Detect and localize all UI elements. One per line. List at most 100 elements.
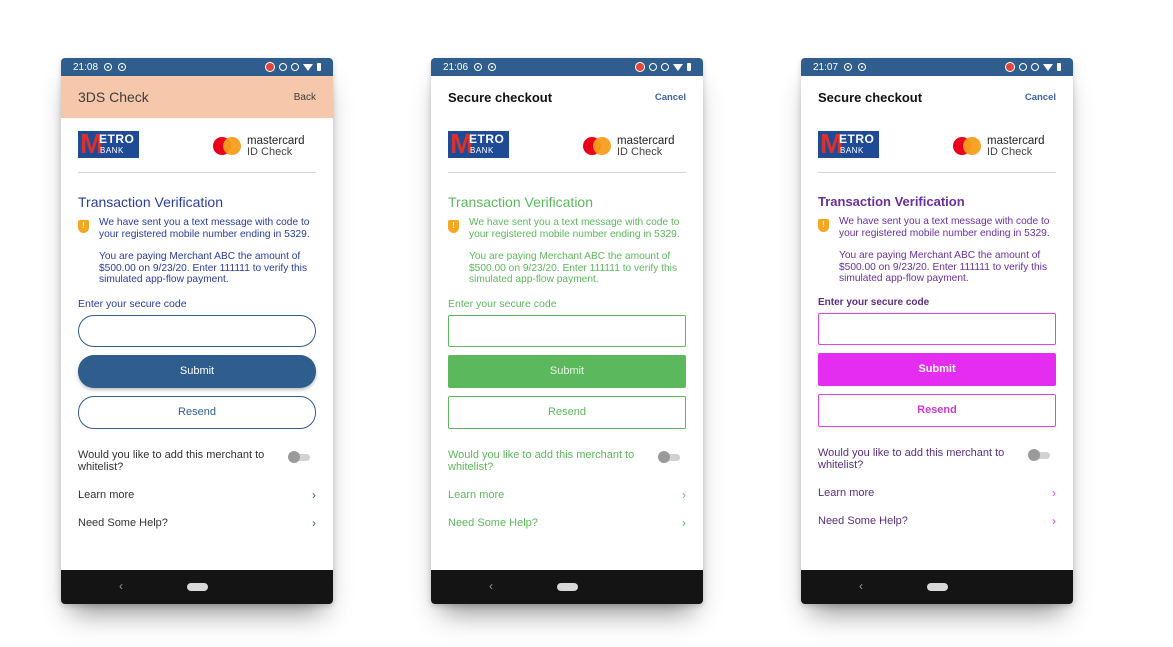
- sync-icon: [649, 63, 657, 71]
- submit-button[interactable]: Submit: [448, 354, 686, 388]
- bank-logo: M ETRO BANK: [818, 131, 879, 158]
- secure-code-label: Enter your secure code: [78, 297, 187, 310]
- help-label: Need Some Help?: [78, 516, 168, 529]
- whitelist-label: Would you like to add this merchant to w…: [448, 448, 635, 474]
- toggle-knob: [658, 450, 670, 463]
- status-bar: 21:08: [61, 58, 333, 76]
- secure-code-input[interactable]: [818, 312, 1056, 345]
- learn-more-link[interactable]: Learn more ›: [78, 488, 316, 502]
- secure-code-input[interactable]: [448, 314, 686, 347]
- chevron-right-icon: ›: [312, 515, 316, 530]
- logo-bar: M ETRO BANK mastercard ID Check: [448, 130, 686, 173]
- battery-icon: [687, 63, 691, 71]
- id-check-wordmark: ID Check: [247, 146, 293, 158]
- phone-3ds-check: 21:08 3DS Check Back M ETRO BANK masterc…: [61, 58, 333, 604]
- header-action-button[interactable]: Back: [294, 92, 316, 103]
- sms-sent-text: We have sent you a text message with cod…: [99, 217, 310, 240]
- shield-alert-icon: !: [78, 220, 89, 233]
- verification-message: ! We have sent you a text message with c…: [818, 216, 1056, 285]
- app-header: 3DS Check Back: [61, 76, 333, 118]
- notification-icon: [844, 63, 853, 71]
- chevron-right-icon: ›: [1052, 485, 1056, 500]
- secure-code-label: Enter your secure code: [818, 296, 930, 308]
- help-link[interactable]: Need Some Help? ›: [448, 516, 686, 530]
- android-nav-bar: ‹: [801, 570, 1073, 604]
- id-check-wordmark: ID Check: [987, 146, 1033, 158]
- verification-title: Transaction Verification: [448, 194, 593, 210]
- whitelist-row: Would you like to add this merchant to w…: [448, 449, 686, 474]
- payment-details-text: You are paying Merchant ABC the amount o…: [839, 250, 1048, 284]
- whitelist-label: Would you like to add this merchant to w…: [78, 448, 265, 474]
- help-link[interactable]: Need Some Help? ›: [818, 514, 1056, 528]
- bank-logo-subtext: BANK: [470, 146, 494, 155]
- learn-more-label: Learn more: [448, 488, 505, 501]
- page-title: 3DS Check: [78, 89, 149, 105]
- phone-secure-checkout-purple: 21:07 Secure checkout Cancel M ETRO BANK…: [801, 58, 1073, 604]
- bank-logo-text: ETRO: [99, 132, 135, 146]
- resend-button[interactable]: Resend: [818, 393, 1056, 427]
- mastercard-circle-orange: [963, 137, 981, 155]
- recording-icon: [265, 62, 275, 72]
- resend-button[interactable]: Resend: [448, 395, 686, 429]
- chevron-right-icon: ›: [682, 487, 686, 502]
- help-label: Need Some Help?: [818, 514, 908, 527]
- notification-icon: [104, 63, 113, 71]
- payment-details-text: You are paying Merchant ABC the amount o…: [469, 251, 678, 285]
- wifi-icon: [303, 63, 313, 71]
- whitelist-toggle[interactable]: [658, 450, 680, 463]
- submit-button[interactable]: Submit: [78, 354, 316, 388]
- learn-more-label: Learn more: [818, 486, 875, 499]
- nav-back-icon[interactable]: ‹: [859, 579, 863, 593]
- notification-icon: [488, 63, 497, 71]
- nav-home-button[interactable]: [187, 583, 208, 591]
- whitelist-row: Would you like to add this merchant to w…: [818, 447, 1056, 472]
- page-title: Secure checkout: [448, 89, 553, 105]
- nav-back-icon[interactable]: ‹: [489, 579, 493, 593]
- resend-button[interactable]: Resend: [78, 395, 316, 429]
- mastercard-circle-orange: [593, 137, 611, 155]
- help-link[interactable]: Need Some Help? ›: [78, 516, 316, 530]
- toggle-knob: [1028, 448, 1040, 461]
- logo-bar: M ETRO BANK mastercard ID Check: [818, 130, 1056, 173]
- learn-more-link[interactable]: Learn more ›: [818, 486, 1056, 500]
- nav-home-button[interactable]: [927, 583, 948, 591]
- phone-secure-checkout-green: 21:06 Secure checkout Cancel M ETRO BANK…: [431, 58, 703, 604]
- status-bar: 21:06: [431, 58, 703, 76]
- chevron-right-icon: ›: [682, 515, 686, 530]
- bank-logo-subtext: BANK: [100, 146, 124, 155]
- notification-icon: [858, 63, 867, 71]
- mastercard-circle-orange: [223, 137, 241, 155]
- do-not-disturb-icon: [291, 63, 299, 71]
- status-time: 21:08: [73, 61, 99, 73]
- secure-code-label: Enter your secure code: [448, 297, 557, 310]
- status-time: 21:06: [443, 61, 469, 73]
- learn-more-label: Learn more: [78, 488, 135, 501]
- verification-title: Transaction Verification: [818, 194, 965, 209]
- verification-message: ! We have sent you a text message with c…: [448, 217, 686, 286]
- page-title: Secure checkout: [818, 89, 923, 105]
- bank-logo-text: ETRO: [469, 132, 505, 146]
- bank-logo-text: ETRO: [839, 132, 875, 146]
- header-action-button[interactable]: Cancel: [1025, 92, 1056, 103]
- status-bar: 21:07: [801, 58, 1073, 76]
- chevron-right-icon: ›: [1052, 513, 1056, 528]
- whitelist-toggle[interactable]: [288, 450, 310, 463]
- nav-back-icon[interactable]: ‹: [119, 579, 123, 593]
- submit-button[interactable]: Submit: [818, 352, 1056, 386]
- sms-sent-text: We have sent you a text message with cod…: [839, 216, 1050, 239]
- learn-more-link[interactable]: Learn more ›: [448, 488, 686, 502]
- nav-home-button[interactable]: [557, 583, 578, 591]
- android-nav-bar: ‹: [431, 570, 703, 604]
- verification-message: ! We have sent you a text message with c…: [78, 217, 316, 286]
- header-action-button[interactable]: Cancel: [655, 92, 686, 103]
- chevron-right-icon: ›: [312, 487, 316, 502]
- recording-icon: [1005, 62, 1015, 72]
- whitelist-toggle[interactable]: [1028, 448, 1050, 461]
- secure-code-input[interactable]: [78, 314, 316, 347]
- payment-details-text: You are paying Merchant ABC the amount o…: [99, 251, 308, 285]
- whitelist-label: Would you like to add this merchant to w…: [818, 446, 1005, 472]
- verification-content: Transaction Verification ! We have sent …: [78, 194, 316, 530]
- recording-icon: [635, 62, 645, 72]
- battery-icon: [317, 63, 321, 71]
- do-not-disturb-icon: [661, 63, 669, 71]
